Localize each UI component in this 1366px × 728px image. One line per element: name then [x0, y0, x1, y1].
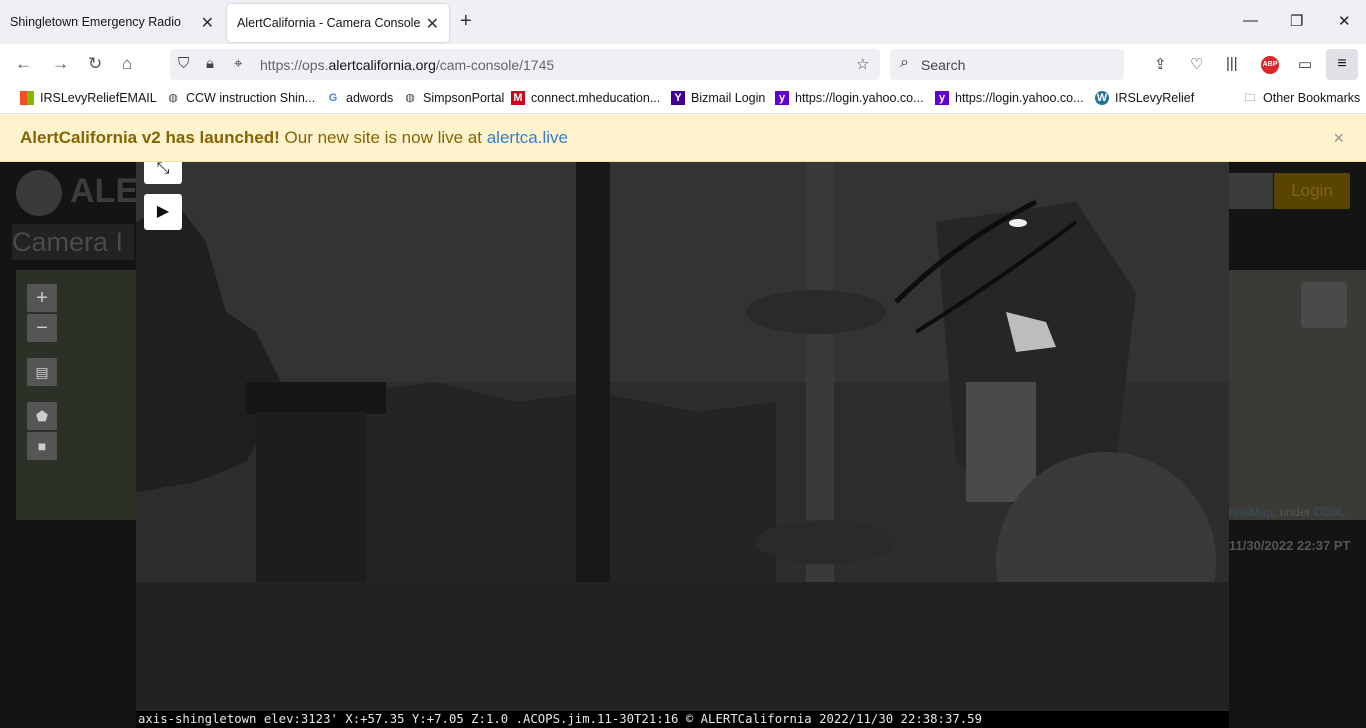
google-icon: G	[328, 92, 338, 104]
menu-icon[interactable]: ≡	[1326, 49, 1358, 80]
url-text[interactable]: https://ops.alertcalifornia.org/cam-cons…	[260, 57, 554, 73]
search-icon: ⌕	[900, 54, 909, 71]
bookmark-irslevyrelief[interactable]: W IRSLevyRelief	[1095, 91, 1194, 105]
search-input[interactable]: ⌕ Search	[890, 49, 1124, 80]
bookmark-simpsonportal[interactable]: ◍ SimpsonPortal	[403, 91, 504, 105]
draw-polygon-icon[interactable]: ⬟	[27, 402, 57, 430]
camera-scene	[136, 162, 1229, 728]
alertca-live-link[interactable]: alertca.live	[487, 128, 568, 147]
bookmark-ccw-instruction[interactable]: ◍ CCW instruction Shin...	[166, 91, 315, 105]
bookmark-star-icon[interactable]: ☆	[856, 55, 869, 73]
zoom-in-icon[interactable]: +	[27, 284, 57, 312]
search-placeholder: Search	[921, 57, 966, 73]
window-close-icon[interactable]: ✕	[1338, 12, 1351, 30]
forward-icon[interactable]: →	[52, 54, 69, 74]
tab-camera-console[interactable]: AlertCalifornia - Camera Console ✕	[227, 4, 449, 42]
wordpress-icon: W	[1095, 91, 1109, 105]
bookmark-bizmail-login[interactable]: Y Bizmail Login	[671, 91, 765, 105]
exit-fullscreen-icon[interactable]: ⤡	[144, 161, 182, 184]
tab-bar: Shingletown Emergency Radio ✕ AlertCalif…	[0, 0, 1366, 44]
bookmark-mheducation[interactable]: Mconnect.mheducation...	[511, 91, 660, 105]
reload-icon[interactable]: ↻	[88, 54, 102, 74]
draw-rectangle-icon[interactable]: ■	[27, 432, 57, 460]
tab-shingletown[interactable]: Shingletown Emergency Radio ✕	[0, 0, 224, 44]
adblock-plus-icon[interactable]: ABP	[1261, 56, 1279, 74]
close-tab-icon[interactable]: ✕	[426, 14, 439, 34]
back-icon[interactable]: ←	[15, 54, 32, 74]
folder-icon: 🗀︎	[1244, 92, 1256, 104]
tab-label: Shingletown Emergency Radio	[10, 15, 181, 29]
pocket-icon[interactable]: ♡	[1190, 55, 1203, 73]
map-attribution: reetMap, under ODbL.	[1229, 505, 1349, 519]
play-icon[interactable]: ▶	[144, 194, 182, 230]
map-view-icon[interactable]: ▤	[27, 358, 57, 386]
zoom-out-icon[interactable]: −	[27, 314, 57, 342]
navigation-bar: ← → ↻ ⌂ ⛉ 🔒︎ ⌖ https://ops.alertcaliforn…	[0, 44, 1366, 85]
library-icon[interactable]: |||	[1226, 55, 1238, 72]
windows-icon	[20, 91, 34, 105]
bookmark-adwords[interactable]: Gadwords	[326, 91, 394, 105]
bookmarks-toolbar: IRSLevyReliefEMAIL ◍ CCW instruction Shin…	[0, 85, 1366, 114]
other-bookmarks[interactable]: 🗀︎ Other Bookmarks	[1243, 91, 1361, 105]
lock-icon[interactable]: 🔒︎	[206, 55, 214, 72]
logo-text: ALE	[70, 172, 138, 210]
login-button[interactable]: Login	[1274, 173, 1350, 209]
yahoo-icon: y	[775, 91, 789, 105]
background-search-input[interactable]	[1229, 173, 1273, 209]
close-tab-icon[interactable]: ✕	[201, 13, 214, 33]
banner-close-icon[interactable]: ×	[1333, 128, 1344, 149]
banner-message: AlertCalifornia v2 has launched! Our new…	[20, 128, 568, 147]
minimize-icon[interactable]: —	[1243, 12, 1258, 29]
globe-icon: ◍	[405, 92, 415, 104]
tracking-shield-icon[interactable]: ⛉	[178, 55, 189, 72]
tab-label: AlertCalifornia - Camera Console	[237, 16, 421, 30]
bookmark-yahoo-login-2[interactable]: y https://login.yahoo.co...	[935, 91, 1084, 105]
bookmark-yahoo-login-1[interactable]: y https://login.yahoo.co...	[775, 91, 924, 105]
yahoo-icon: Y	[671, 91, 685, 105]
alertcalifornia-logo-icon	[16, 170, 62, 216]
globe-icon: ◍	[168, 92, 178, 104]
address-bar[interactable]: ⛉ 🔒︎ ⌖ https://ops.alertcalifornia.org/c…	[170, 49, 880, 80]
camera-image[interactable]	[136, 162, 1229, 728]
sidebar-icon[interactable]: ▭	[1298, 55, 1312, 73]
bookmark-irslevyreliefemail[interactable]: IRSLevyReliefEMAIL	[20, 91, 157, 105]
camera-caption: axis-shingletown elev:3123' X:+57.35 Y:+…	[136, 711, 1229, 728]
new-tab-icon[interactable]: +	[460, 10, 472, 33]
extensions-icon[interactable]: ⇪	[1154, 55, 1167, 73]
restore-icon[interactable]: ❐	[1290, 12, 1303, 30]
location-permission-icon[interactable]: ⌖	[234, 55, 242, 72]
camera-timestamp: 11/30/2022 22:37 PT	[1229, 538, 1351, 553]
yahoo-icon: y	[935, 91, 949, 105]
layers-icon[interactable]	[1301, 282, 1347, 328]
mcgraw-hill-icon: M	[511, 91, 525, 105]
launch-banner: AlertCalifornia v2 has launched! Our new…	[0, 114, 1366, 162]
page-heading: Camera I	[12, 224, 134, 260]
home-icon[interactable]: ⌂	[122, 54, 132, 74]
